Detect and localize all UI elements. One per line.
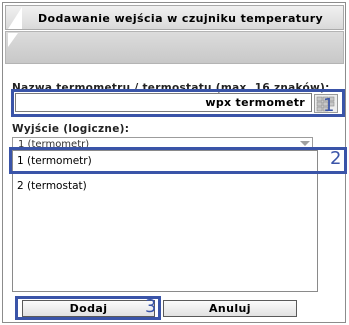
titlebar-corner-decoration — [8, 7, 22, 29]
callout-number-1: 1 — [323, 95, 335, 116]
window-title: Dodawanie wejścia w czujniku temperatury — [38, 12, 324, 25]
chevron-down-icon[interactable] — [300, 141, 310, 146]
callout-box-2 — [9, 147, 347, 174]
callout-box-3 — [15, 296, 161, 320]
list-item[interactable]: 2 (termostat) — [17, 180, 87, 192]
callout-box-1 — [11, 89, 345, 117]
output-label: Wyjście (logiczne): — [12, 123, 130, 135]
toolbar-corner-decoration — [8, 33, 18, 47]
callout-number-2: 2 — [330, 148, 342, 169]
toolbar-band — [5, 31, 344, 64]
cancel-button[interactable]: Anuluj — [163, 300, 297, 317]
callout-number-3: 3 — [145, 296, 157, 317]
